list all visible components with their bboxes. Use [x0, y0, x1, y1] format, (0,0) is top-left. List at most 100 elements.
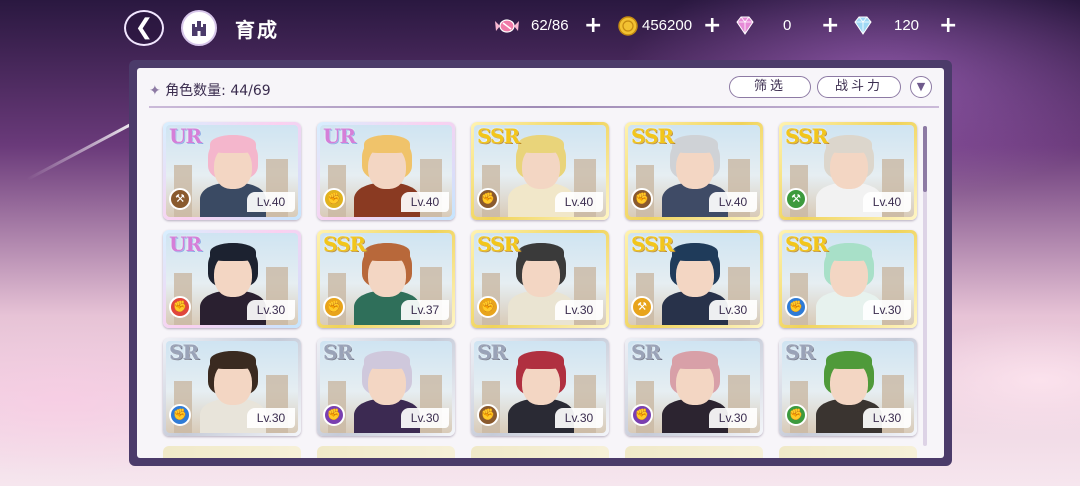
sort-direction-button[interactable]: ▼	[910, 76, 932, 98]
axe-icon: ⚒	[169, 188, 191, 210]
rarity-label: SSR	[323, 232, 366, 256]
character-card[interactable]: SR ✊ Lv.30	[625, 338, 763, 436]
filter-button[interactable]: 筛选	[729, 76, 811, 98]
character-card-partial[interactable]	[163, 446, 301, 458]
level-badge: Lv.30	[555, 408, 603, 428]
candy-icon	[495, 19, 519, 33]
level-badge: Lv.37	[401, 300, 449, 320]
candy-value: 62/86	[531, 17, 569, 34]
add-gold-button[interactable]: +	[703, 13, 721, 38]
fist-icon: ✊	[785, 296, 807, 318]
rarity-label: SSR	[631, 232, 674, 256]
fist-icon: ✊	[631, 188, 653, 210]
level-badge: Lv.30	[555, 300, 603, 320]
character-card[interactable]: SSR ⚒ Lv.30	[625, 230, 763, 328]
scrollbar[interactable]	[923, 126, 927, 446]
level-badge: Lv.40	[555, 192, 603, 212]
rarity-label: UR	[323, 124, 356, 148]
character-card[interactable]: SR ✊ Lv.30	[163, 338, 301, 436]
character-card[interactable]: SSR ✊ Lv.37	[317, 230, 455, 328]
sparkle-icon: ✦	[149, 83, 161, 99]
rarity-label: SR	[477, 340, 507, 364]
character-card[interactable]: SSR ✊ Lv.40	[625, 122, 763, 220]
character-count: ✦ 角色数量: 44/69	[149, 80, 271, 102]
rarity-label: SR	[323, 340, 353, 364]
fist-icon: ✊	[323, 296, 345, 318]
character-grid: UR ⚒ Lv.40 UR ✊ Lv.40 SSR ✊ Lv.40 SSR ✊ Lv.40 SSR ⚒ Lv…	[137, 112, 927, 458]
home-button[interactable]	[181, 10, 217, 46]
fist-icon: ✊	[477, 404, 499, 426]
level-badge: Lv.30	[401, 408, 449, 428]
chevron-down-icon: ▼	[916, 80, 926, 93]
axe-icon: ⚒	[785, 188, 807, 210]
character-card-partial[interactable]	[779, 446, 917, 458]
pink-gem-resource: 0 +	[733, 13, 843, 39]
rarity-label: UR	[169, 124, 202, 148]
level-badge: Lv.30	[863, 408, 911, 428]
top-bar: ❮ 育成 62/86 + 456200 + 0 + 120 +	[0, 0, 1080, 58]
rarity-label: SR	[631, 340, 661, 364]
character-card[interactable]: SSR ✊ Lv.40	[471, 122, 609, 220]
gold-value: 456200	[642, 17, 693, 34]
fist-icon: ✊	[169, 404, 191, 426]
pink-gem-value: 0	[783, 17, 792, 34]
level-badge: Lv.40	[401, 192, 449, 212]
level-badge: Lv.40	[247, 192, 295, 212]
header-divider	[149, 106, 939, 108]
character-card-partial[interactable]	[471, 446, 609, 458]
fist-icon: ✊	[631, 404, 653, 426]
level-badge: Lv.30	[247, 408, 295, 428]
gold-resource: 456200 +	[617, 13, 727, 39]
character-card[interactable]: SR ✊ Lv.30	[471, 338, 609, 436]
rarity-label: SR	[169, 340, 199, 364]
rarity-label: SSR	[785, 124, 828, 148]
level-badge: Lv.30	[709, 408, 757, 428]
back-button[interactable]: ❮	[124, 10, 164, 46]
character-card[interactable]: SSR ⚒ Lv.40	[779, 122, 917, 220]
level-badge: Lv.30	[709, 300, 757, 320]
rarity-label: SSR	[785, 232, 828, 256]
scroll-thumb[interactable]	[923, 126, 927, 192]
diamond-resource: 120 +	[851, 13, 961, 39]
rarity-label: SSR	[631, 124, 674, 148]
level-badge: Lv.30	[247, 300, 295, 320]
pink-gem-icon	[736, 16, 754, 35]
fist-icon: ✊	[323, 404, 345, 426]
character-card[interactable]: UR ✊ Lv.40	[317, 122, 455, 220]
fist-icon: ✊	[785, 404, 807, 426]
page-title: 育成	[235, 18, 279, 42]
gold-coin-icon	[618, 16, 638, 36]
character-card[interactable]: UR ✊ Lv.30	[163, 230, 301, 328]
fist-icon: ✊	[477, 296, 499, 318]
character-panel-inner: ✦ 角色数量: 44/69 筛选 战斗力 ▼ UR ⚒ Lv.40 UR ✊ Lv.40 S…	[137, 68, 944, 458]
character-card[interactable]: SSR ✊ Lv.30	[779, 230, 917, 328]
fist-icon: ✊	[323, 188, 345, 210]
sort-power-button[interactable]: 战斗力	[817, 76, 901, 98]
fist-icon: ✊	[169, 296, 191, 318]
character-count-label: 角色数量: 44/69	[165, 83, 271, 99]
rarity-label: SSR	[477, 124, 520, 148]
blue-diamond-icon	[854, 16, 872, 35]
character-card[interactable]: SR ✊ Lv.30	[779, 338, 917, 436]
level-badge: Lv.40	[709, 192, 757, 212]
character-card[interactable]: UR ⚒ Lv.40	[163, 122, 301, 220]
diamond-value: 120	[894, 17, 920, 34]
castle-icon	[192, 21, 206, 36]
level-badge: Lv.30	[863, 300, 911, 320]
rarity-label: SSR	[477, 232, 520, 256]
axe-icon: ⚒	[631, 296, 653, 318]
character-card[interactable]: SR ✊ Lv.30	[317, 338, 455, 436]
add-candy-button[interactable]: +	[584, 13, 602, 38]
candy-resource: 62/86 +	[495, 13, 605, 39]
rarity-label: SR	[785, 340, 815, 364]
back-arrow-icon: ❮	[134, 15, 154, 40]
fist-icon: ✊	[477, 188, 499, 210]
add-pink-gem-button[interactable]: +	[821, 13, 839, 38]
character-panel: ✦ 角色数量: 44/69 筛选 战斗力 ▼ UR ⚒ Lv.40 UR ✊ Lv.40 S…	[129, 60, 952, 466]
rarity-label: UR	[169, 232, 202, 256]
add-diamond-button[interactable]: +	[939, 13, 957, 38]
character-card-partial[interactable]	[625, 446, 763, 458]
character-card[interactable]: SSR ✊ Lv.30	[471, 230, 609, 328]
level-badge: Lv.40	[863, 192, 911, 212]
character-card-partial[interactable]	[317, 446, 455, 458]
